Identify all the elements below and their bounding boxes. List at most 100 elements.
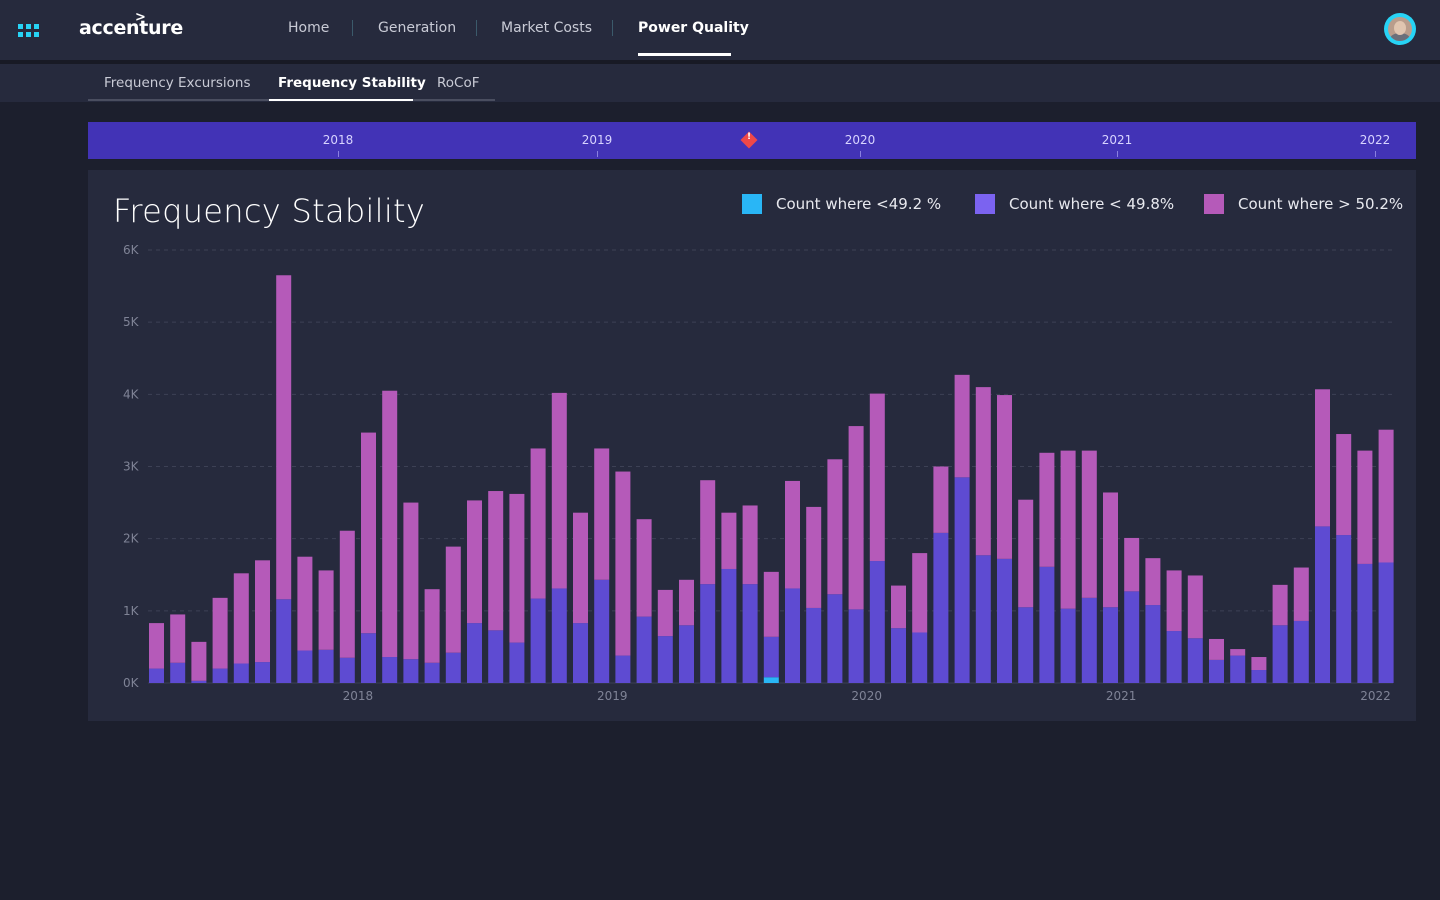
bar-segment[interactable] — [551, 588, 567, 683]
bar-segment[interactable] — [1357, 563, 1373, 683]
bar-segment[interactable] — [1060, 450, 1076, 609]
bar-segment[interactable] — [170, 614, 186, 663]
bar-segment[interactable] — [191, 680, 207, 683]
bar-segment[interactable] — [657, 589, 673, 637]
bar-segment[interactable] — [318, 570, 334, 650]
bar-segment[interactable] — [191, 641, 207, 681]
bar-segment[interactable] — [170, 662, 186, 683]
bar-segment[interactable] — [339, 530, 355, 658]
bar-segment[interactable] — [551, 392, 567, 589]
bar-segment[interactable] — [1060, 608, 1076, 683]
bar-segment[interactable] — [509, 493, 525, 643]
bar-segment[interactable] — [1272, 584, 1288, 626]
bar-segment[interactable] — [1315, 526, 1330, 683]
bar-segment[interactable] — [975, 555, 991, 683]
bar-segment[interactable] — [891, 585, 906, 629]
bar-segment[interactable] — [403, 502, 419, 660]
bar-segment[interactable] — [1124, 591, 1140, 683]
bar-segment[interactable] — [763, 677, 779, 683]
bar-segment[interactable] — [1018, 607, 1034, 683]
bar-segment[interactable] — [869, 393, 885, 562]
tab-rocof[interactable]: RoCoF — [437, 75, 479, 91]
bar-segment[interactable] — [361, 432, 376, 634]
bar-segment[interactable] — [1103, 492, 1118, 608]
bar-segment[interactable] — [1336, 535, 1352, 683]
bar-segment[interactable] — [297, 650, 313, 683]
bar-segment[interactable] — [1018, 499, 1034, 608]
bar-segment[interactable] — [848, 609, 864, 683]
bar-segment[interactable] — [912, 553, 928, 633]
bar-segment[interactable] — [488, 630, 504, 683]
nav-item-home[interactable]: Home — [288, 20, 329, 36]
bar-segment[interactable] — [1230, 649, 1246, 656]
bar-segment[interactable] — [869, 561, 885, 683]
bar-segment[interactable] — [1378, 562, 1394, 683]
nav-item-power-quality[interactable]: Power Quality — [638, 20, 749, 36]
bar-segment[interactable] — [1166, 570, 1182, 632]
bar-segment[interactable] — [1293, 620, 1309, 683]
bar-segment[interactable] — [255, 560, 270, 663]
bar-segment[interactable] — [488, 491, 504, 631]
bar-segment[interactable] — [891, 628, 906, 683]
bar-segment[interactable] — [424, 662, 440, 683]
bar-segment[interactable] — [1315, 389, 1330, 527]
bar-segment[interactable] — [615, 655, 631, 683]
bar-segment[interactable] — [636, 616, 652, 683]
tab-frequency-stability[interactable]: Frequency Stability — [278, 75, 426, 91]
app-grid-icon[interactable] — [18, 24, 40, 38]
bar-segment[interactable] — [1378, 429, 1394, 563]
bar-segment[interactable] — [827, 459, 843, 595]
bar-segment[interactable] — [233, 663, 249, 683]
bar-segment[interactable] — [1357, 450, 1373, 564]
bar-segment[interactable] — [1336, 434, 1352, 536]
timeline-slider[interactable]: 2018 2019 2020 2021 2022 ! — [88, 122, 1416, 159]
bar-segment[interactable] — [1145, 558, 1161, 606]
bar-segment[interactable] — [827, 594, 843, 683]
nav-item-market-costs[interactable]: Market Costs — [501, 20, 592, 36]
bar-segment[interactable] — [785, 480, 800, 589]
bar-segment[interactable] — [636, 519, 652, 617]
bar-segment[interactable] — [1251, 657, 1267, 671]
bar-segment[interactable] — [1124, 537, 1140, 592]
bar-segment[interactable] — [1145, 605, 1161, 683]
bar-segment[interactable] — [700, 584, 716, 683]
bar-segment[interactable] — [806, 506, 822, 608]
bar-segment[interactable] — [1187, 575, 1203, 639]
bar-segment[interactable] — [255, 662, 270, 683]
bar-segment[interactable] — [763, 571, 779, 637]
bar-segment[interactable] — [700, 480, 716, 585]
bar-segment[interactable] — [912, 632, 928, 683]
bar-segment[interactable] — [742, 505, 758, 585]
bar-segment[interactable] — [573, 512, 588, 624]
bar-segment[interactable] — [382, 657, 398, 683]
bar-segment[interactable] — [679, 625, 694, 683]
bar-segment[interactable] — [276, 275, 292, 600]
bar-segment[interactable] — [318, 649, 334, 683]
bar-segment[interactable] — [445, 652, 461, 683]
bar-segment[interactable] — [806, 607, 822, 683]
bar-segment[interactable] — [1039, 566, 1055, 683]
bar-segment[interactable] — [339, 657, 355, 683]
bar-segment[interactable] — [1209, 638, 1224, 660]
bar-segment[interactable] — [530, 598, 546, 683]
bar-segment[interactable] — [594, 579, 610, 683]
bar-segment[interactable] — [679, 579, 694, 626]
brand-logo[interactable]: accenture — [79, 17, 183, 39]
bar-segment[interactable] — [1081, 597, 1097, 683]
bar-segment[interactable] — [997, 558, 1012, 683]
bar-segment[interactable] — [382, 390, 398, 658]
bar-segment[interactable] — [954, 374, 970, 478]
bar-segment[interactable] — [1081, 450, 1097, 598]
bar-segment[interactable] — [657, 636, 673, 683]
bar-segment[interactable] — [1251, 670, 1267, 683]
bar-segment[interactable] — [933, 466, 949, 533]
bar-segment[interactable] — [467, 623, 482, 683]
bar-segment[interactable] — [1209, 659, 1224, 683]
bar-segment[interactable] — [361, 633, 376, 683]
bar-segment[interactable] — [424, 589, 440, 663]
bar-segment[interactable] — [1187, 638, 1203, 683]
bar-segment[interactable] — [403, 659, 419, 683]
bar-segment[interactable] — [997, 395, 1012, 559]
bar-segment[interactable] — [594, 448, 610, 580]
bar-segment[interactable] — [149, 668, 164, 683]
